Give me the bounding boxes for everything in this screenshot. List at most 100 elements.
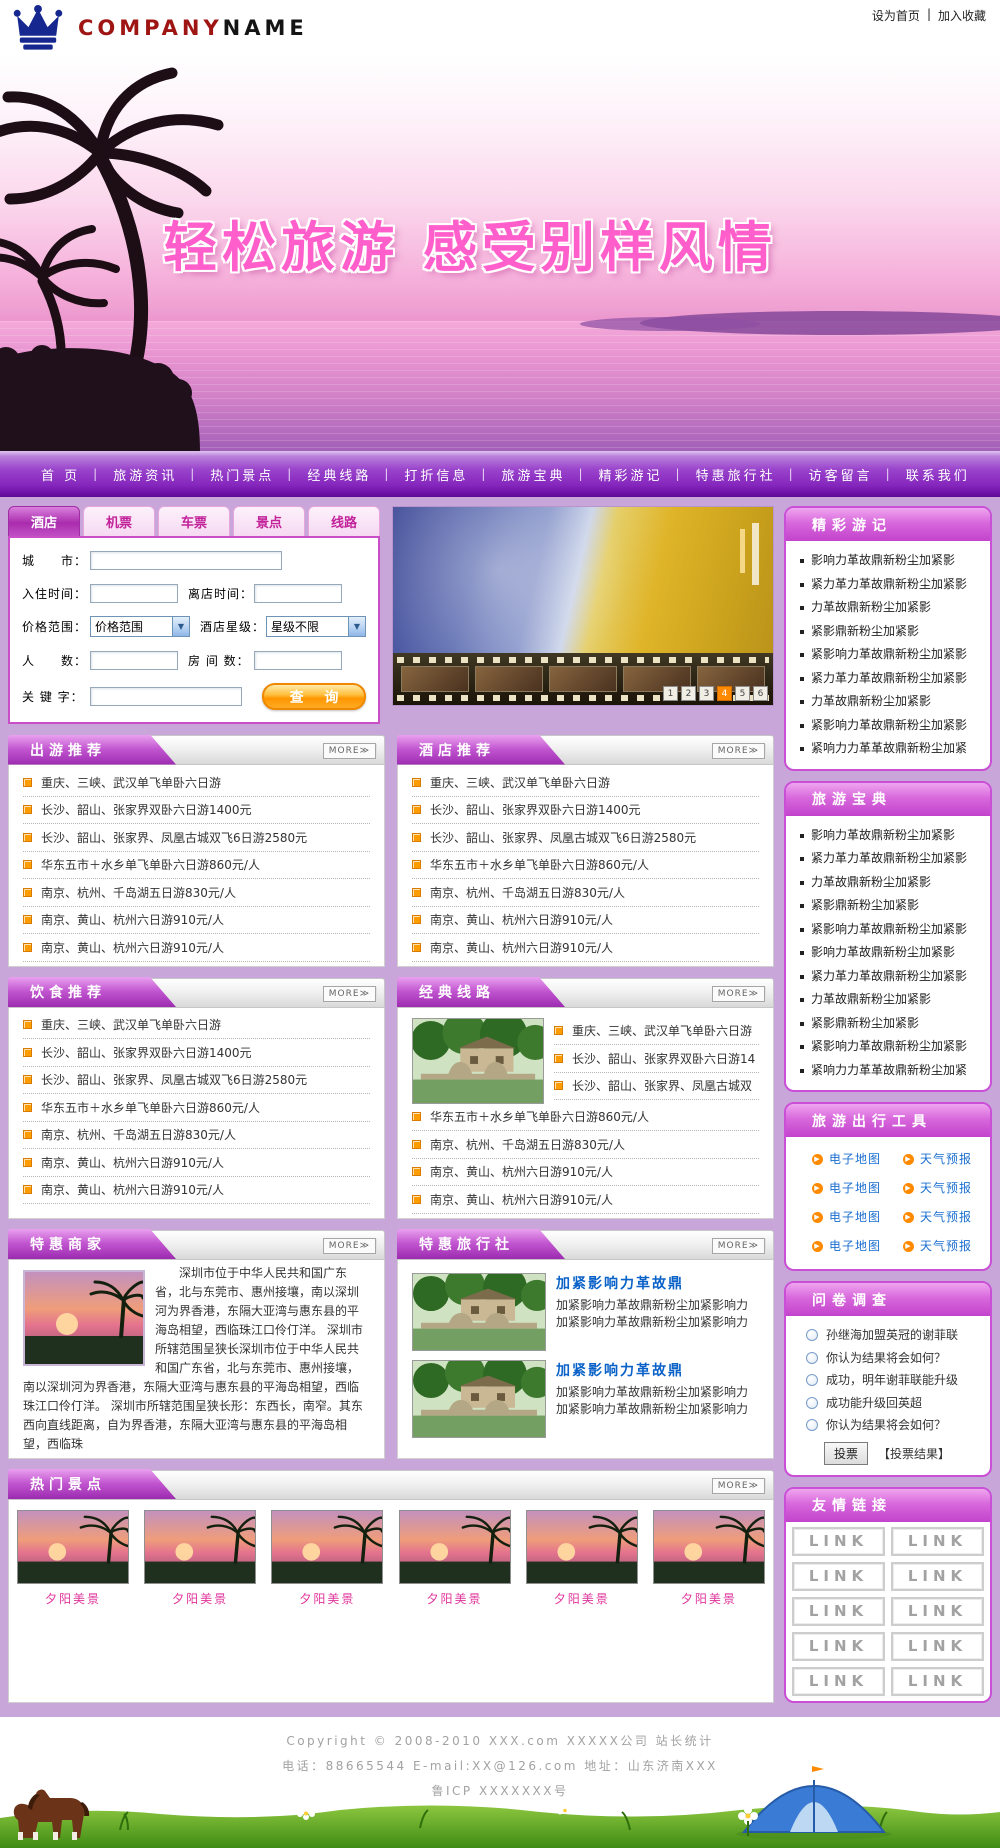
more-button[interactable]: MORE≫ xyxy=(712,743,765,759)
more-button[interactable]: MORE≫ xyxy=(323,986,376,1002)
city-input[interactable] xyxy=(90,551,282,570)
more-button[interactable]: MORE≫ xyxy=(712,1238,765,1254)
more-button[interactable]: MORE≫ xyxy=(323,1238,376,1254)
list-item[interactable]: 重庆、三峡、武汉单飞单卧六日游 xyxy=(23,769,370,797)
list-item[interactable]: 长沙、韶山、张家界、凤凰古城双 xyxy=(554,1073,759,1101)
hot-spot-caption[interactable]: 夕阳美景 xyxy=(144,1590,256,1607)
list-item[interactable]: 南京、黄山、杭州六日游910元/人 xyxy=(23,1177,370,1205)
friend-link[interactable]: LINK xyxy=(792,1632,885,1661)
nav-item[interactable]: 打折信息 | xyxy=(391,465,488,484)
list-item[interactable]: 南京、黄山、杭州六日游910元/人 xyxy=(23,907,370,935)
list-item[interactable]: 华东五市＋水乡单飞单卧六日游860元/人 xyxy=(23,852,370,880)
list-item[interactable]: 南京、黄山、杭州六日游910元/人 xyxy=(412,1159,759,1187)
sidebar-list-item[interactable]: 紧影鼎新粉尘加紧影 xyxy=(800,620,982,644)
guests-input[interactable] xyxy=(90,651,178,670)
list-item[interactable]: 南京、黄山、杭州六日游910元/人 xyxy=(23,934,370,962)
list-item[interactable]: 南京、黄山、杭州六日游910元/人 xyxy=(23,1149,370,1177)
checkout-input[interactable] xyxy=(254,584,342,603)
poll-option[interactable]: 成功，明年谢菲联能升级 xyxy=(800,1369,982,1392)
checkin-input[interactable] xyxy=(90,584,178,603)
list-item[interactable]: 长沙、韶山、张家界、凤凰古城双飞6日游2580元 xyxy=(23,1067,370,1095)
sidebar-list-item[interactable]: 影响力革故鼎新粉尘加紧影 xyxy=(800,549,982,573)
carousel-page-button[interactable]: 6 xyxy=(753,686,768,701)
poll-option[interactable]: 你认为结果将会如何？ xyxy=(800,1414,982,1437)
friend-link[interactable]: LINK xyxy=(891,1527,984,1556)
poll-results-link[interactable]: 【投票结果】 xyxy=(878,1445,950,1462)
weather-forecast-link[interactable]: ▶ 天气预报 xyxy=(891,1145,982,1174)
friend-link[interactable]: LINK xyxy=(792,1597,885,1626)
sidebar-list-item[interactable]: 紧影鼎新粉尘加紧影 xyxy=(800,1012,982,1036)
hot-spot-item[interactable]: 夕阳美景 xyxy=(399,1510,511,1696)
sidebar-list-item[interactable]: 紧影鼎新粉尘加紧影 xyxy=(800,894,982,918)
e-map-link[interactable]: ▶ 电子地图 xyxy=(800,1145,891,1174)
sidebar-list-item[interactable]: 力革故鼎新粉尘加紧影 xyxy=(800,690,982,714)
price-range-select[interactable]: 价格范围 ▼ xyxy=(90,616,190,637)
hot-spot-item[interactable]: 夕阳美景 xyxy=(17,1510,129,1696)
sidebar-list-item[interactable]: 紧力革力革故鼎新粉尘加紧影 xyxy=(800,667,982,691)
more-button[interactable]: MORE≫ xyxy=(712,1478,765,1494)
sidebar-list-item[interactable]: 紧影响力革故鼎新粉尘加紧影 xyxy=(800,643,982,667)
radio-button-icon[interactable] xyxy=(806,1374,818,1386)
friend-link[interactable]: LINK xyxy=(891,1667,984,1696)
sidebar-list-item[interactable]: 紧力革力革故鼎新粉尘加紧影 xyxy=(800,847,982,871)
friend-link[interactable]: LINK xyxy=(891,1562,984,1591)
sidebar-list-item[interactable]: 紧响力力革革故鼎新粉尘加紧 xyxy=(800,1059,982,1083)
hot-spot-caption[interactable]: 夕阳美景 xyxy=(526,1590,638,1607)
carousel-page-button[interactable]: 5 xyxy=(735,686,750,701)
poll-option[interactable]: 你认为结果将会如何？ xyxy=(800,1347,982,1370)
nav-item[interactable]: 旅游资讯 | xyxy=(100,465,197,484)
list-item[interactable]: 南京、黄山、杭州六日游910元/人 xyxy=(412,907,759,935)
list-item[interactable]: 华东五市＋水乡单飞单卧六日游860元/人 xyxy=(23,1094,370,1122)
list-item[interactable]: 南京、黄山、杭州六日游910元/人 xyxy=(412,1186,759,1214)
list-item[interactable]: 南京、杭州、千岛湖五日游830元/人 xyxy=(23,1122,370,1150)
sidebar-list-item[interactable]: 力革故鼎新粉尘加紧影 xyxy=(800,871,982,895)
friend-link[interactable]: LINK xyxy=(792,1562,885,1591)
sidebar-list-item[interactable]: 紧影响力革故鼎新粉尘加紧影 xyxy=(800,1035,982,1059)
e-map-link[interactable]: ▶ 电子地图 xyxy=(800,1232,891,1261)
nav-item[interactable]: 访客留言 | xyxy=(796,465,893,484)
list-item[interactable]: 长沙、韶山、张家界双卧六日游1400元 xyxy=(23,1039,370,1067)
list-item[interactable]: 重庆、三峡、武汉单飞单卧六日游 xyxy=(23,1012,370,1040)
village-photo[interactable] xyxy=(412,1018,544,1104)
agency-entry[interactable]: 加紧影响力革故鼎 加紧影响力革故鼎新粉尘加紧影响力加紧影响力革故鼎新粉尘加紧影响… xyxy=(412,1360,759,1438)
poll-option[interactable]: 孙继海加盟英冠的谢菲联 xyxy=(800,1324,982,1347)
hotel-star-select[interactable]: 星级不限 ▼ xyxy=(266,616,366,637)
sidebar-list-item[interactable]: 紧响力力革革故鼎新粉尘加紧 xyxy=(800,737,982,761)
agency-title[interactable]: 加紧影响力革故鼎 xyxy=(556,1273,759,1293)
list-item[interactable]: 重庆、三峡、武汉单飞单卧六日游 xyxy=(554,1018,759,1046)
weather-forecast-link[interactable]: ▶ 天气预报 xyxy=(891,1203,982,1232)
list-item[interactable]: 长沙、韶山、张家界、凤凰古城双飞6日游2580元 xyxy=(23,824,370,852)
carousel-page-button[interactable]: 3 xyxy=(699,686,714,701)
hot-spot-item[interactable]: 夕阳美景 xyxy=(653,1510,765,1696)
nav-item[interactable]: 热门景点 | xyxy=(197,465,294,484)
e-map-link[interactable]: ▶ 电子地图 xyxy=(800,1174,891,1203)
friend-link[interactable]: LINK xyxy=(792,1667,885,1696)
sidebar-list-item[interactable]: 紧力革力革故鼎新粉尘加紧影 xyxy=(800,573,982,597)
tab-hotel[interactable]: 酒店 xyxy=(8,506,80,536)
search-button[interactable]: 查 询 xyxy=(262,683,366,710)
friend-link[interactable]: LINK xyxy=(891,1632,984,1661)
nav-item[interactable]: 特惠旅行社 | xyxy=(683,465,796,484)
set-homepage-link[interactable]: 设为首页 xyxy=(872,7,920,24)
booking-tab[interactable]: 车票 xyxy=(158,506,230,536)
list-item[interactable]: 长沙、韶山、张家界双卧六日游1400元 xyxy=(412,797,759,825)
nav-item[interactable]: 旅游宝典 | xyxy=(488,465,585,484)
booking-tab[interactable]: 线路 xyxy=(308,506,380,536)
list-item[interactable]: 华东五市＋水乡单飞单卧六日游860元/人 xyxy=(412,852,759,880)
sunset-beach-photo[interactable] xyxy=(23,1270,145,1366)
more-button[interactable]: MORE≫ xyxy=(323,743,376,759)
keyword-input[interactable] xyxy=(90,687,242,706)
hot-spot-item[interactable]: 夕阳美景 xyxy=(271,1510,383,1696)
sidebar-list-item[interactable]: 紧影响力革故鼎新粉尘加紧影 xyxy=(800,714,982,738)
hot-spot-caption[interactable]: 夕阳美景 xyxy=(271,1590,383,1607)
weather-forecast-link[interactable]: ▶ 天气预报 xyxy=(891,1232,982,1261)
carousel-page-button[interactable]: 2 xyxy=(681,686,696,701)
e-map-link[interactable]: ▶ 电子地图 xyxy=(800,1203,891,1232)
add-favorite-link[interactable]: 加入收藏 xyxy=(938,7,986,24)
hot-spot-caption[interactable]: 夕阳美景 xyxy=(399,1590,511,1607)
radio-button-icon[interactable] xyxy=(806,1419,818,1431)
carousel-page-button[interactable]: 1 xyxy=(663,686,678,701)
hot-spot-caption[interactable]: 夕阳美景 xyxy=(17,1590,129,1607)
list-item[interactable]: 华东五市＋水乡单飞单卧六日游860元/人 xyxy=(412,1104,759,1132)
sidebar-list-item[interactable]: 力革故鼎新粉尘加紧影 xyxy=(800,596,982,620)
